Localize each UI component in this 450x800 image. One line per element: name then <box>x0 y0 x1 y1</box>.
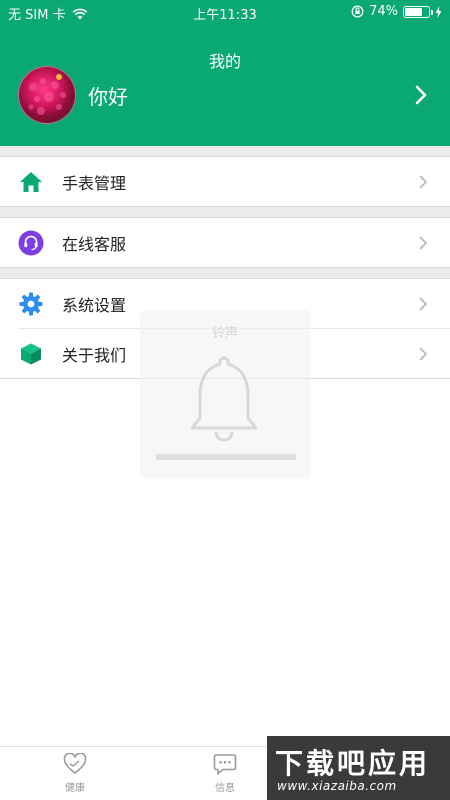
profile-row[interactable]: 你好 <box>18 66 438 124</box>
menu-item-label: 在线客服 <box>62 235 127 254</box>
ringtone-ghost-overlay: 铃声 <box>140 310 310 478</box>
tab-label: 健康 <box>65 783 85 794</box>
menu-item-online-service[interactable]: 在线客服 <box>0 218 450 268</box>
cube-icon <box>18 341 44 367</box>
headset-icon <box>18 230 44 256</box>
charging-bolt-icon <box>435 5 442 18</box>
battery-tip <box>431 9 433 15</box>
profile-name: 你好 <box>88 84 128 109</box>
menu-item-label: 手表管理 <box>62 174 127 193</box>
tab-label: 信息 <box>215 783 235 794</box>
avatar[interactable] <box>18 66 76 124</box>
bell-icon <box>190 356 258 442</box>
ghost-overlay-title: 铃声 <box>211 326 238 341</box>
section-gap <box>0 146 450 156</box>
home-icon <box>18 169 44 195</box>
chevron-right-icon <box>419 236 428 250</box>
watermark-url: www.xiazaiba.com <box>277 779 397 793</box>
battery-level <box>405 7 423 16</box>
menu-item-label: 系统设置 <box>62 296 127 315</box>
menu-item-watch-management[interactable]: 手表管理 <box>0 157 450 207</box>
profile-header: 无 SIM 卡 上午11:33 74% 我的 你好 <box>0 0 450 146</box>
section-gap <box>0 207 450 217</box>
ghost-overlay-bar <box>156 454 296 460</box>
heart-icon <box>63 753 87 775</box>
status-right: 74% <box>351 4 442 19</box>
watermark-title: 下载吧应用 <box>275 747 431 780</box>
avatar-image <box>28 74 66 115</box>
tab-messages[interactable]: 信息 <box>175 753 275 794</box>
chevron-right-icon <box>419 297 428 311</box>
battery-percent: 74% <box>369 4 398 19</box>
menu-item-label: 关于我们 <box>62 346 127 365</box>
chevron-right-icon <box>419 175 428 189</box>
chevron-right-icon[interactable] <box>412 84 430 106</box>
section-gap <box>0 268 450 278</box>
orientation-lock-icon <box>351 5 364 18</box>
chevron-right-icon <box>419 347 428 361</box>
tab-health[interactable]: 健康 <box>25 753 125 794</box>
battery-icon <box>403 5 433 18</box>
gear-icon <box>18 291 44 317</box>
watermark-logo: 下载吧应用 www.xiazaiba.com <box>267 736 450 800</box>
status-bar: 无 SIM 卡 上午11:33 74% <box>0 0 450 24</box>
chat-icon <box>213 754 237 775</box>
